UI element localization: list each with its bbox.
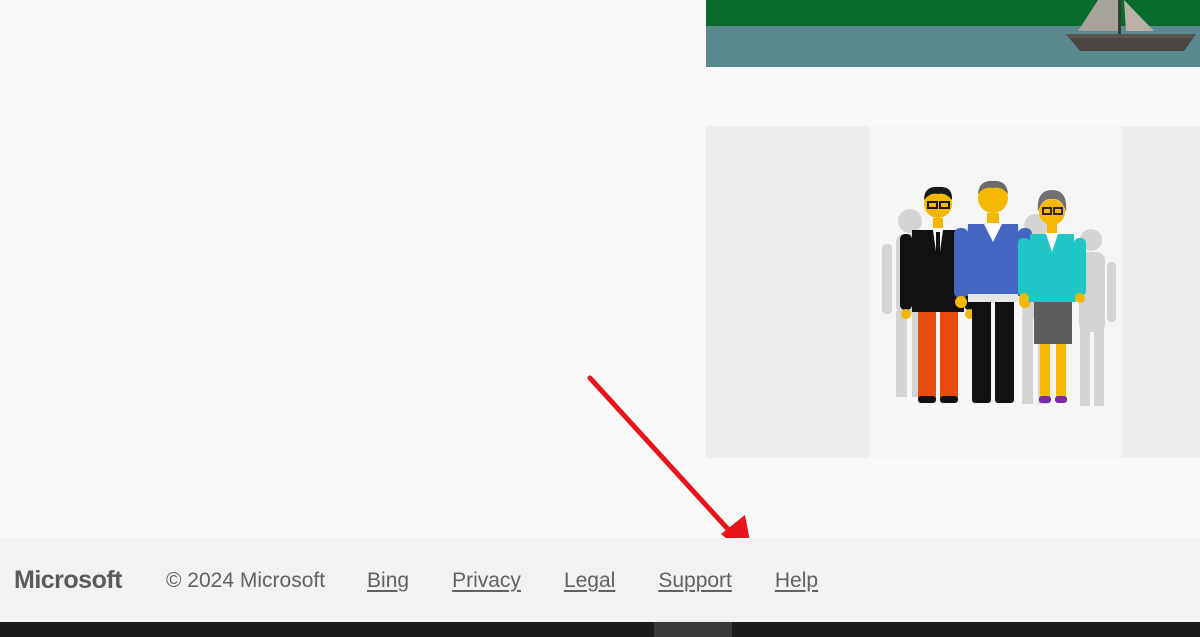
people-group-icon xyxy=(882,180,1116,406)
page: Microsoft © 2024 Microsoft Bing Privacy … xyxy=(0,0,1200,637)
footer-row: Microsoft © 2024 Microsoft Bing Privacy … xyxy=(14,566,861,595)
microsoft-logo-text[interactable]: Microsoft xyxy=(14,566,123,595)
footer-link-support[interactable]: Support xyxy=(658,569,732,593)
footer-link-privacy[interactable]: Privacy xyxy=(452,569,521,593)
footer-link-help[interactable]: Help xyxy=(775,569,818,593)
taskbar-active-app[interactable] xyxy=(654,622,732,637)
taskbar xyxy=(0,622,1200,637)
people-group-image[interactable] xyxy=(706,126,1200,458)
footer-link-bing[interactable]: Bing xyxy=(367,569,409,593)
boat-icon xyxy=(706,0,1200,67)
page-footer: Microsoft © 2024 Microsoft Bing Privacy … xyxy=(0,538,1200,622)
footer-link-legal[interactable]: Legal xyxy=(564,569,615,593)
copyright-text: © 2024 Microsoft xyxy=(166,568,326,592)
lake-boat-image[interactable] xyxy=(706,0,1200,67)
